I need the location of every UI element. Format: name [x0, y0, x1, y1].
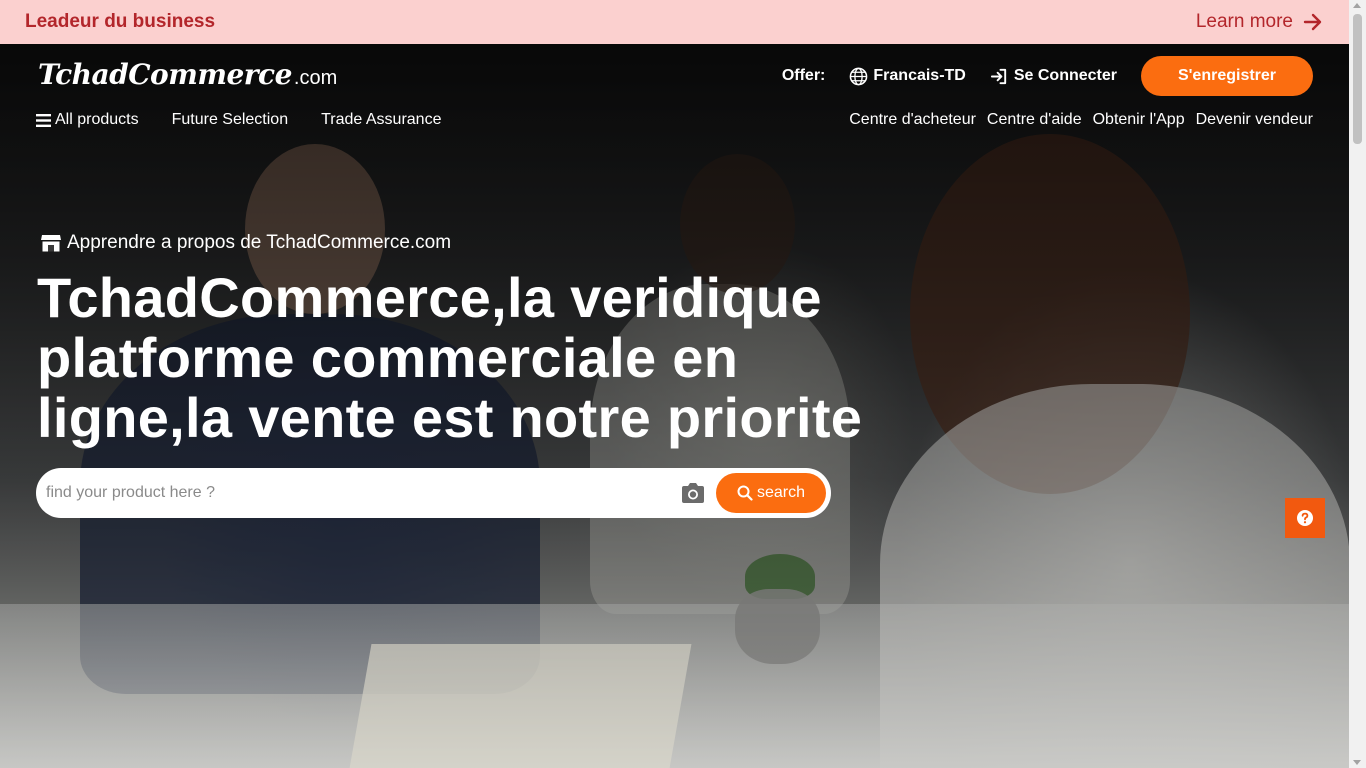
nav-item-future-selection[interactable]: Future Selection	[172, 111, 289, 129]
nav-item-label: All products	[55, 111, 139, 128]
nav-item-trade-assurance[interactable]: Trade Assurance	[321, 111, 441, 129]
site-logo[interactable]: TchadCommerce .com	[38, 58, 337, 91]
scroll-up-arrow-icon[interactable]	[1353, 3, 1361, 8]
scrollbar-thumb[interactable]	[1353, 14, 1362, 144]
store-icon	[41, 235, 61, 252]
question-circle-icon	[1297, 510, 1313, 526]
search-bar: search	[36, 468, 831, 518]
arrow-right-icon	[1303, 13, 1322, 31]
nav-item-become-seller[interactable]: Devenir vendeur	[1196, 111, 1313, 129]
nav-left: All products Future Selection Trade Assu…	[36, 111, 441, 129]
learn-about-link[interactable]: Apprendre a propos de TchadCommerce.com	[40, 232, 451, 254]
help-button[interactable]	[1285, 498, 1325, 538]
scroll-down-arrow-icon[interactable]	[1353, 760, 1361, 765]
nav-item-all-products[interactable]: All products	[36, 111, 139, 129]
learn-about-label: Apprendre a propos de TchadCommerce.com	[67, 232, 452, 253]
login-link[interactable]: Se Connecter	[990, 67, 1117, 86]
search-input[interactable]	[46, 484, 680, 502]
search-icon	[737, 485, 753, 501]
nav-item-help-center[interactable]: Centre d'aide	[987, 111, 1082, 129]
search-button[interactable]: search	[716, 473, 826, 513]
sign-in-icon	[990, 68, 1007, 84]
promo-title: Leadeur du business	[25, 11, 216, 32]
login-label: Se Connecter	[1013, 67, 1117, 84]
hero-title: TchadCommerce,la veridique platforme com…	[37, 266, 863, 449]
promo-banner: Leadeur du business Learn more	[0, 0, 1349, 44]
nav-item-buyer-center[interactable]: Centre d'acheteur	[849, 111, 976, 129]
learn-more-label: Learn more	[1195, 11, 1293, 32]
logo-main-text: TchadCommerce	[38, 58, 292, 91]
globe-icon	[850, 67, 868, 85]
nav-item-get-app[interactable]: Obtenir l'App	[1093, 111, 1185, 129]
language-selector[interactable]: Francais-TD	[849, 67, 966, 86]
search-button-label: search	[756, 484, 806, 501]
register-button[interactable]: S'enregistrer	[1141, 56, 1313, 96]
learn-more-link[interactable]: Learn more	[1196, 11, 1323, 33]
offer-label: Offer:	[781, 67, 826, 84]
header-actions: Offer: Francais-TD Se Connecter S'enregi…	[782, 56, 1313, 96]
camera-icon[interactable]	[680, 482, 706, 504]
language-label: Francais-TD	[873, 67, 966, 84]
logo-tld-text: .com	[293, 67, 338, 89]
menu-icon	[36, 113, 51, 127]
nav-right: Centre d'acheteur Centre d'aide Obtenir …	[849, 111, 1313, 129]
page-scrollbar[interactable]	[1349, 0, 1366, 768]
